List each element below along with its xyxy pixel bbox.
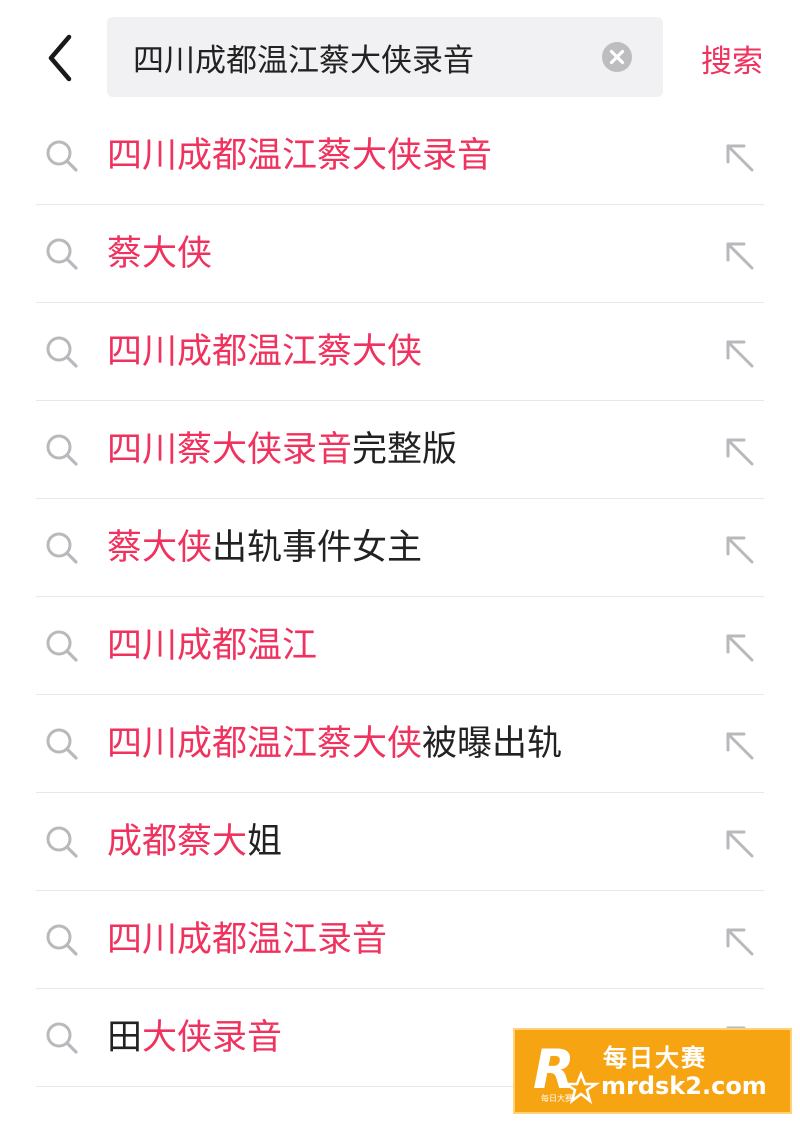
suggestion-text: 四川成都温江录音 — [107, 891, 387, 989]
search-icon — [46, 924, 78, 956]
search-icon — [46, 728, 78, 760]
suggestion-row[interactable]: 蔡大侠 — [0, 205, 800, 303]
suggestion-text: 四川成都温江 — [107, 597, 317, 695]
suggestion-prefix: 田 — [107, 1018, 143, 1058]
suggestion-row[interactable]: 四川成都温江蔡大侠录音 — [0, 107, 800, 205]
suggestion-rest: 完整版 — [352, 430, 458, 470]
fill-query-button[interactable] — [718, 136, 760, 178]
suggestion-highlight: 大侠录音 — [142, 1018, 283, 1058]
suggestion-text: 四川成都温江蔡大侠 — [107, 303, 422, 401]
suggestion-text: 四川成都温江蔡大侠被曝出轨 — [107, 695, 562, 793]
search-icon — [46, 140, 78, 172]
search-icon — [46, 826, 78, 858]
arrow-up-left-icon — [726, 830, 754, 858]
suggestion-text: 蔡大侠 — [107, 205, 212, 303]
arrow-up-left-icon — [726, 438, 754, 466]
fill-query-button[interactable] — [718, 234, 760, 276]
arrow-up-left-icon — [726, 242, 754, 270]
suggestion-highlight: 蔡大侠 — [107, 528, 213, 568]
svg-text:每日大赛: 每日大赛 — [541, 1093, 573, 1103]
arrow-up-left-icon — [726, 634, 754, 662]
arrow-up-left-icon — [726, 928, 754, 956]
suggestion-highlight: 成都蔡大 — [107, 822, 248, 862]
search-icon — [46, 532, 78, 564]
search-icon — [46, 238, 78, 270]
fill-query-button[interactable] — [718, 822, 760, 864]
search-icon — [46, 630, 78, 662]
back-button[interactable] — [36, 32, 84, 84]
clear-circle-icon — [602, 42, 632, 72]
top-bar: 搜索 — [0, 0, 800, 112]
search-icon — [46, 1022, 78, 1054]
suggestion-text: 田大侠录音 — [107, 989, 282, 1087]
suggestion-rest: 出轨事件女主 — [212, 528, 423, 568]
fill-query-button[interactable] — [718, 724, 760, 766]
clear-button[interactable] — [601, 41, 633, 73]
search-icon — [46, 434, 78, 466]
search-box — [107, 17, 663, 97]
fill-query-button[interactable] — [718, 430, 760, 472]
arrow-up-left-icon — [726, 340, 754, 368]
suggestion-highlight: 蔡大侠 — [107, 234, 213, 274]
fill-query-button[interactable] — [718, 528, 760, 570]
suggestion-highlight: 四川成都温江蔡大侠 — [107, 724, 423, 764]
arrow-up-left-icon — [726, 144, 754, 172]
svg-text:R: R — [533, 1038, 575, 1101]
suggestion-text: 蔡大侠出轨事件女主 — [107, 499, 422, 597]
suggestion-row[interactable]: 四川蔡大侠录音完整版 — [0, 401, 800, 499]
suggestion-rest: 被曝出轨 — [422, 724, 563, 764]
suggestion-highlight: 四川成都温江蔡大侠录音 — [107, 136, 493, 176]
suggestion-row[interactable]: 四川成都温江蔡大侠 — [0, 303, 800, 401]
fill-query-button[interactable] — [718, 626, 760, 668]
suggestion-row[interactable]: 四川成都温江蔡大侠被曝出轨 — [0, 695, 800, 793]
suggestion-highlight: 四川蔡大侠录音 — [107, 430, 353, 470]
suggestion-row[interactable]: 成都蔡大姐 — [0, 793, 800, 891]
search-input[interactable] — [133, 17, 583, 97]
suggestion-row[interactable]: 四川成都温江 — [0, 597, 800, 695]
search-icon — [46, 336, 78, 368]
suggestion-list: 四川成都温江蔡大侠录音 蔡大侠 四川成都温江蔡大侠 四川蔡大侠录音完整版 蔡大侠出轨事件… — [0, 107, 800, 1087]
fill-query-button[interactable] — [718, 332, 760, 374]
suggestion-text: 四川成都温江蔡大侠录音 — [107, 107, 492, 205]
suggestion-rest: 姐 — [247, 822, 283, 862]
suggestion-text: 成都蔡大姐 — [107, 793, 282, 891]
suggestion-highlight: 四川成都温江蔡大侠 — [107, 332, 423, 372]
suggestion-text: 四川蔡大侠录音完整版 — [107, 401, 457, 499]
suggestion-row[interactable]: 蔡大侠出轨事件女主 — [0, 499, 800, 597]
watermark-url: mrdsk2.com — [601, 1072, 767, 1100]
suggestion-highlight: 四川成都温江录音 — [107, 920, 388, 960]
search-button[interactable]: 搜索 — [690, 30, 774, 86]
suggestion-row[interactable]: 四川成都温江录音 — [0, 891, 800, 989]
fill-query-button[interactable] — [718, 920, 760, 962]
watermark-badge: R 每日大赛 每日大赛 mrdsk2.com — [513, 1028, 792, 1114]
watermark-title: 每日大赛 — [603, 1044, 707, 1072]
watermark-logo: R 每日大赛 — [533, 1038, 601, 1105]
arrow-up-left-icon — [726, 536, 754, 564]
chevron-left-icon — [48, 34, 72, 82]
arrow-up-left-icon — [726, 732, 754, 760]
suggestion-highlight: 四川成都温江 — [107, 626, 318, 666]
